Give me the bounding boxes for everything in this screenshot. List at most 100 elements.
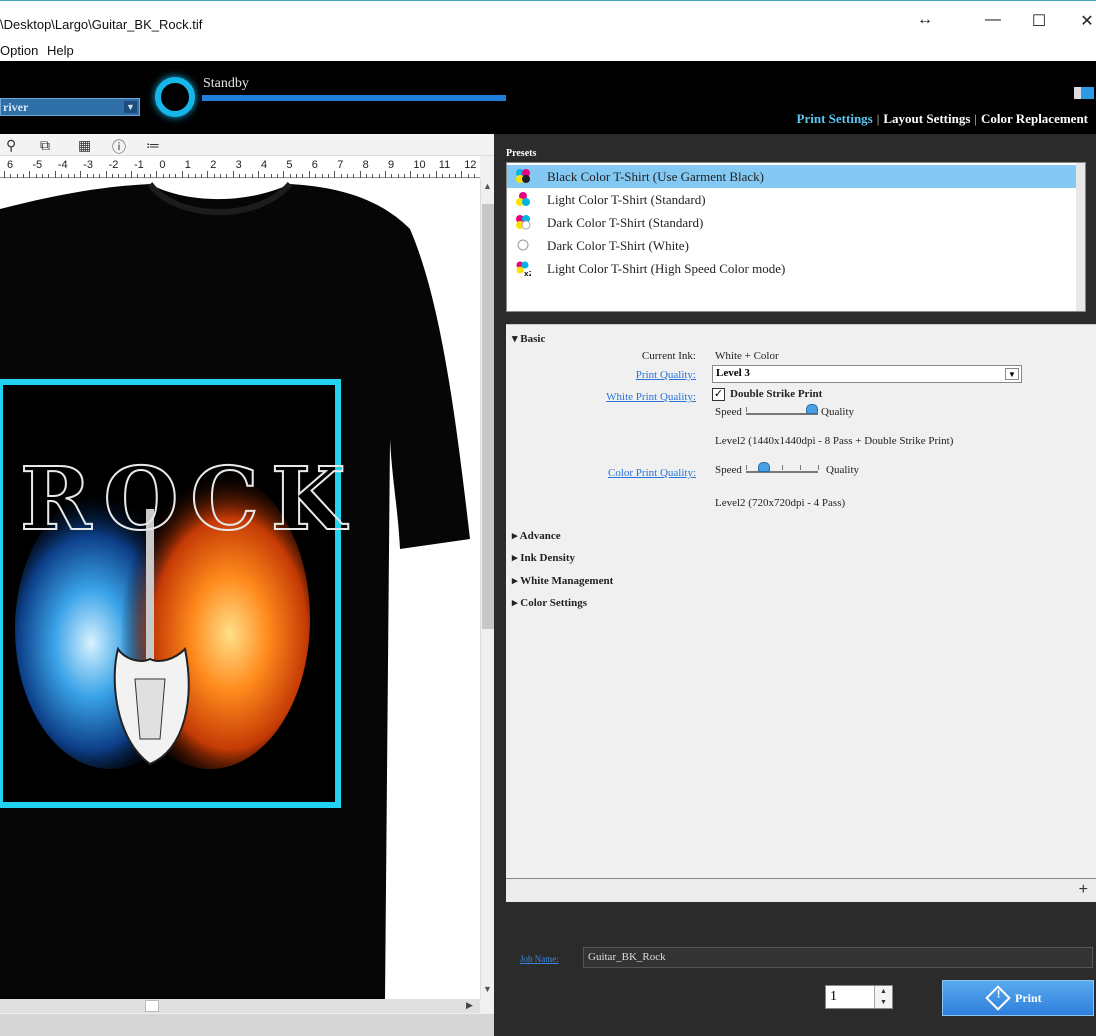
ruler-tick [188,174,190,178]
scroll-right-icon[interactable]: ▶ [466,1000,473,1011]
section-advance[interactable]: ▸ Advance [512,529,561,542]
layers-tool-icon[interactable]: ⧉ [40,137,50,154]
tshirt-preview: ROCK [0,179,480,999]
ruler-tick [150,174,152,178]
white-print-quality-link[interactable]: White Print Quality: [506,391,696,403]
white-circle-icon [517,239,529,251]
ruler-tick [245,174,247,178]
preview-canvas[interactable]: ROCK [0,179,480,999]
resize-icon[interactable]: ↔ [910,11,940,29]
double-strike-label: Double Strike Print [730,388,823,400]
section-color-settings[interactable]: ▸ Color Settings [512,596,587,609]
add-strip: + [506,878,1096,902]
section-white-management[interactable]: ▸ White Management [512,574,613,587]
slider-tick [746,465,747,470]
panel-toggle-icon[interactable] [1074,87,1094,99]
double-strike-checkbox[interactable]: ✓ [712,388,725,401]
ruler-tick [16,174,18,178]
preset-item-black-tshirt[interactable]: Black Color T-Shirt (Use Garment Black) [507,165,1085,188]
color-quality-slider-thumb[interactable] [758,462,770,472]
horizontal-scrollbar[interactable]: ▶ [0,999,480,1013]
chevron-down-icon[interactable]: ▼ [1005,368,1019,380]
print-icon [985,985,1011,1011]
chevron-down-icon[interactable]: ▼ [124,101,137,113]
status-progress-bar [202,95,506,101]
ruler-number: -3 [83,159,93,171]
ruler-tick [35,174,37,178]
vertical-scrollbar[interactable]: ▲ ▼ [480,179,494,999]
slider-tick [800,465,801,470]
ruler-tick [270,174,272,178]
preset-label: Dark Color T-Shirt (White) [547,238,689,253]
ruler-tick [156,171,158,178]
ruler-tick [258,171,259,178]
ruler-tick [448,174,450,178]
ruler-tick [143,174,145,178]
print-quality-link[interactable]: Print Quality: [506,369,696,381]
section-advance-label: Advance [519,530,561,542]
info-icon[interactable]: ⓘ [112,137,126,157]
presets-scrollbar[interactable] [1076,163,1085,311]
ruler-number: 7 [337,159,344,171]
white-quality-label: Quality [821,406,854,418]
color-quality-slider-track[interactable] [746,471,818,473]
printer-select[interactable]: river ▼ [0,98,140,116]
ruler-tick [283,171,285,178]
ruler-number: 8 [362,159,369,171]
preset-item-light-standard[interactable]: Light Color T-Shirt (Standard) [507,188,1085,211]
section-basic[interactable]: ▾ Basic [512,332,545,345]
section-ink-density[interactable]: ▸ Ink Density [512,551,575,564]
tab-print-settings[interactable]: Print Settings [793,111,877,126]
print-quality-select[interactable]: Level 3 ▼ [712,365,1022,383]
scroll-up-icon[interactable]: ▲ [483,181,492,191]
preset-item-dark-standard[interactable]: Dark Color T-Shirt (Standard) [507,211,1085,234]
ruler-tick [461,171,463,178]
preset-label: Light Color T-Shirt (Standard) [547,192,706,207]
ruler-tick [111,174,113,178]
slider-tick [746,407,747,412]
ruler-tick [397,174,399,178]
stepper-arrows-icon[interactable]: ▲ ▼ [874,986,892,1008]
preset-item-light-highspeed[interactable]: x2 Light Color T-Shirt (High Speed Color… [507,257,1085,280]
print-button[interactable]: Print [942,980,1094,1016]
preset-item-dark-white[interactable]: Dark Color T-Shirt (White) [507,234,1085,257]
ruler-tick [340,174,342,178]
ruler-tick [10,174,12,178]
title-bar: \Desktop\Largo\Guitar_BK_Rock.tif ↔ — ☐ … [0,0,1096,40]
job-name-label[interactable]: Job Name: [520,954,559,964]
tab-color-replacement[interactable]: Color Replacement [977,111,1092,126]
ruler-tick [67,174,69,178]
section-white-management-label: White Management [520,575,614,587]
job-name-input[interactable]: Guitar_BK_Rock [583,947,1093,968]
minimize-button[interactable]: — [978,11,1008,29]
ruler-tick [334,171,336,178]
add-icon[interactable]: + [1079,881,1088,899]
presets-list: Black Color T-Shirt (Use Garment Black) … [506,162,1086,312]
menu-help[interactable]: Help [47,43,74,58]
white-quality-slider-thumb[interactable] [806,404,818,414]
maximize-button[interactable]: ☐ [1024,11,1054,31]
ruler-tick [42,174,44,178]
tab-layout-settings[interactable]: Layout Settings [879,111,974,126]
section-basic-label: Basic [520,333,546,345]
copies-stepper[interactable]: 1 ▲ ▼ [825,985,893,1009]
vertical-scroll-thumb[interactable] [482,204,494,629]
zoom-tool-icon[interactable]: ⚲ [6,137,16,154]
job-name-value: Guitar_BK_Rock [588,951,666,963]
horizontal-scroll-thumb[interactable] [145,1000,159,1012]
ruler-tick [264,174,266,178]
horizontal-ruler: 6 -5 -4 -3 -2 -1 0 1 2 3 4 5 6 7 8 9 10 11 12 [0,156,480,178]
ruler-tick [194,174,196,178]
ruler-number: 10 [413,159,426,171]
close-button[interactable]: ✕ [1072,11,1096,31]
list-settings-icon[interactable]: ≔ [146,137,160,154]
section-ink-density-label: Ink Density [520,552,575,564]
ruler-tick [442,174,444,178]
color-print-quality-link[interactable]: Color Print Quality: [506,467,696,479]
ruler-number: 9 [388,159,395,171]
slider-tick [818,465,819,470]
scroll-down-icon[interactable]: ▼ [483,984,492,994]
calculator-icon[interactable]: ▦ [78,137,91,154]
ruler-tick [99,174,101,178]
menu-option[interactable]: Option [0,43,38,58]
